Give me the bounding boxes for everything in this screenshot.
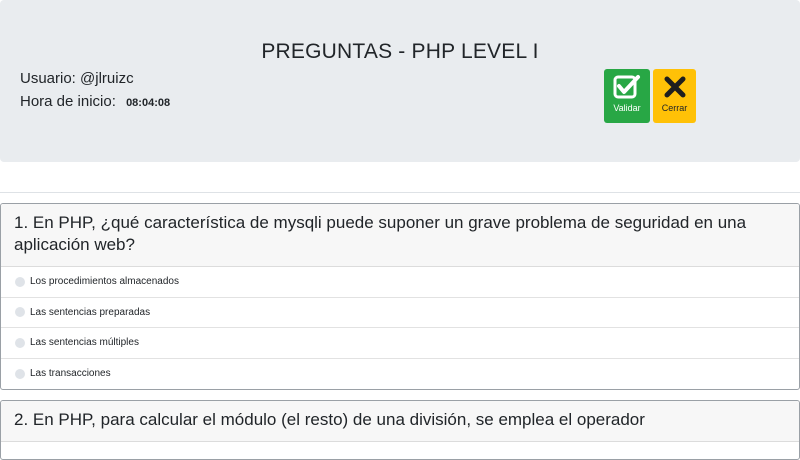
- close-label: Cerrar: [661, 103, 688, 113]
- answer-label: Las sentencias múltiples: [30, 337, 139, 349]
- page-title: PREGUNTAS - PHP LEVEL I: [261, 40, 539, 63]
- x-icon: [664, 76, 685, 98]
- answer-label: Los procedimientos almacenados: [30, 276, 179, 288]
- divider: [0, 192, 800, 193]
- answer-label: Las sentencias preparadas: [30, 306, 151, 318]
- answer-label: Las transacciones: [30, 368, 111, 380]
- start-time-info: Hora de inicio: 08:04:08: [20, 93, 170, 110]
- user-label: Usuario:: [20, 70, 76, 87]
- validate-button[interactable]: Validar: [604, 69, 650, 123]
- checkbox-check-icon: [613, 75, 640, 99]
- answer-option[interactable]: Las sentencias preparadas: [1, 298, 799, 328]
- user-value: @jlruizc: [80, 70, 134, 87]
- start-time-value: 08:04:08: [126, 97, 171, 109]
- radio-button[interactable]: [15, 307, 25, 318]
- question-text: 1. En PHP, ¿qué característica de mysqli…: [1, 204, 799, 267]
- radio-button[interactable]: [15, 368, 25, 379]
- user-info: Usuario: @jlruizc: [20, 70, 134, 87]
- validate-label: Validar: [613, 103, 641, 113]
- answer-option[interactable]: Los procedimientos almacenados: [1, 267, 799, 298]
- answer-option[interactable]: Las sentencias múltiples: [1, 328, 799, 359]
- start-time-label: Hora de inicio:: [20, 93, 116, 110]
- radio-button[interactable]: [15, 276, 25, 287]
- question-text: 2. En PHP, para calcular el módulo (el r…: [1, 401, 799, 442]
- quiz-header: PREGUNTAS - PHP LEVEL I Usuario: @jlruiz…: [0, 0, 800, 162]
- radio-button[interactable]: [15, 337, 25, 348]
- close-button[interactable]: Cerrar: [653, 69, 696, 123]
- question-card: 2. En PHP, para calcular el módulo (el r…: [0, 400, 800, 460]
- question-card: 1. En PHP, ¿qué característica de mysqli…: [0, 203, 800, 390]
- answer-option[interactable]: Las transacciones: [1, 359, 799, 390]
